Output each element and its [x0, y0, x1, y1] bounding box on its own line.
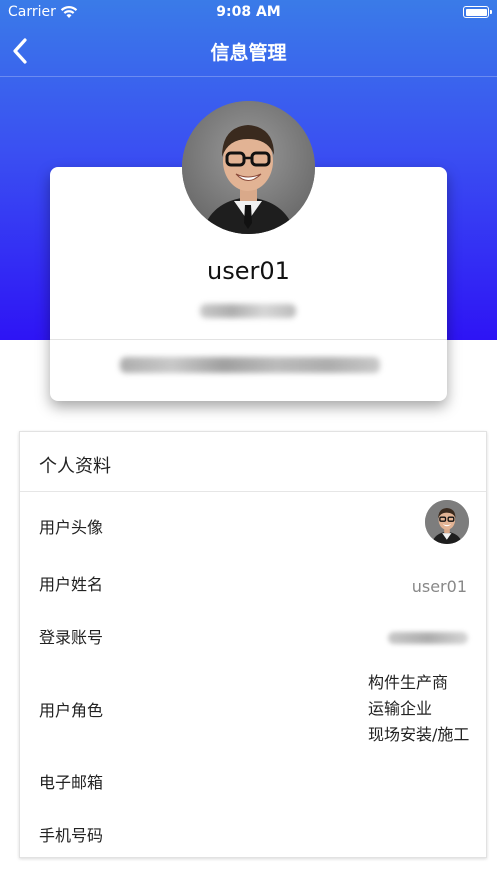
profile-avatar[interactable] — [182, 101, 315, 234]
phone-row-label: 手机号码 — [39, 826, 104, 845]
role-row-label: 用户角色 — [39, 701, 104, 720]
name-row-label: 用户姓名 — [39, 575, 104, 594]
name-row-value: user01 — [411, 577, 467, 596]
masked-info-text — [120, 357, 380, 373]
avatar-photo — [182, 101, 315, 234]
email-row-label: 电子邮箱 — [39, 773, 104, 792]
masked-account-text — [200, 304, 296, 318]
profile-username: user01 — [207, 257, 290, 285]
section-divider — [20, 491, 486, 492]
account-row-label: 登录账号 — [39, 628, 104, 647]
role-item: 构件生产商 — [368, 673, 449, 692]
role-list: 构件生产商 运输企业 现场安装/施工 — [368, 670, 469, 748]
nav-divider — [0, 76, 497, 77]
avatar-thumbnail[interactable] — [425, 500, 469, 544]
masked-account-value — [388, 632, 468, 644]
clock-time: 9:08 AM — [216, 4, 281, 20]
role-item: 运输企业 — [368, 699, 433, 718]
nav-bar: 信息管理 — [0, 26, 497, 76]
status-bar: Carrier 9:08 AM — [0, 0, 497, 26]
personal-info-panel: 个人资料 用户头像 用户姓名 user01 登录账号 用户角色 构件生产商 运输… — [19, 431, 487, 858]
card-divider — [50, 339, 447, 340]
battery-icon — [463, 6, 492, 18]
avatar-row-label: 用户头像 — [39, 518, 104, 537]
page-title: 信息管理 — [210, 42, 287, 64]
role-item: 现场安装/施工 — [368, 725, 470, 744]
section-title: 个人资料 — [39, 456, 111, 477]
avatar-photo — [425, 500, 469, 544]
